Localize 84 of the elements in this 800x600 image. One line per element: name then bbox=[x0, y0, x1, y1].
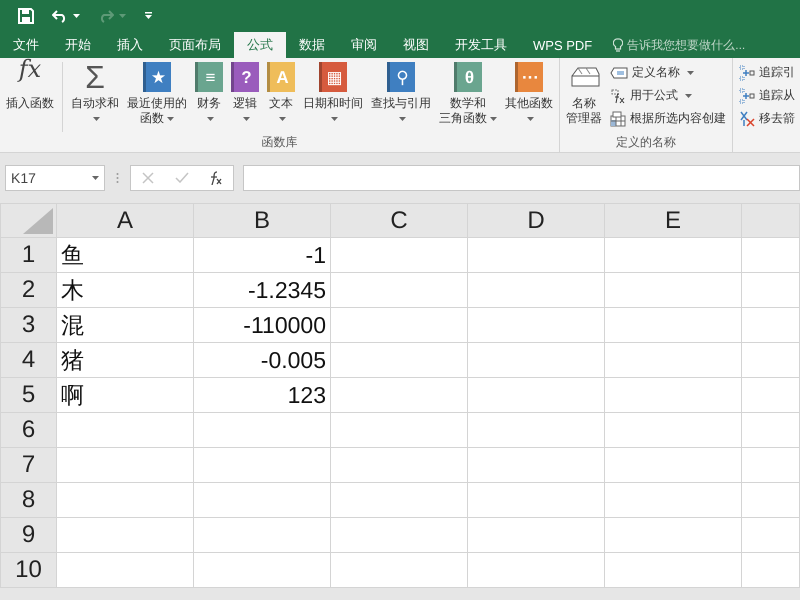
book-icon: ? bbox=[231, 62, 259, 92]
table-cell: 鱼 bbox=[56, 238, 194, 272]
row-header[interactable]: 7 bbox=[0, 448, 56, 482]
caret-icon bbox=[92, 176, 99, 180]
ribbon-button[interactable]: 名称 管理器 bbox=[564, 62, 604, 126]
ribbon-button[interactable]: ? 逻辑 bbox=[229, 62, 261, 126]
table-cell: 混 bbox=[56, 308, 194, 342]
ribbon-tab[interactable]: 数据 bbox=[286, 32, 338, 58]
book-icon: ≡ bbox=[195, 62, 223, 92]
ribbon-tab[interactable]: 文件 bbox=[0, 32, 52, 58]
table-cell: -1 bbox=[194, 238, 330, 272]
save-button[interactable] bbox=[16, 6, 36, 26]
book-icon: ··· bbox=[515, 62, 543, 92]
select-all-corner[interactable] bbox=[0, 204, 56, 238]
book-icon: A bbox=[267, 62, 295, 92]
arrows-icon bbox=[739, 88, 755, 104]
customize-icon bbox=[144, 12, 153, 20]
row-header[interactable]: 6 bbox=[0, 412, 56, 448]
column-header[interactable]: B bbox=[194, 204, 330, 238]
ribbon-tab[interactable]: 审阅 bbox=[338, 32, 390, 58]
ribbon-tab[interactable]: 开发工具 bbox=[442, 32, 520, 58]
corner-triangle-icon bbox=[23, 208, 53, 234]
function-icon[interactable] bbox=[209, 171, 223, 185]
formula-icon bbox=[610, 88, 626, 104]
row-header[interactable]: 8 bbox=[0, 482, 56, 518]
name-tag-icon bbox=[610, 66, 628, 78]
ribbon-tab[interactable]: 开始 bbox=[52, 32, 104, 58]
table-cell: -110000 bbox=[194, 308, 330, 342]
column-header[interactable]: E bbox=[604, 204, 742, 238]
tell-me-field[interactable]: 告诉我您想要做什么... bbox=[627, 38, 778, 52]
ribbon-tab[interactable]: 视图 bbox=[390, 32, 442, 58]
ribbon-button[interactable]: 追踪引 bbox=[737, 62, 797, 83]
column-header[interactable]: D bbox=[468, 204, 604, 238]
ribbon-button[interactable]: ≡ 财务 bbox=[193, 62, 225, 126]
caret-icon bbox=[119, 14, 126, 18]
table-cell: 猪 bbox=[56, 342, 194, 378]
formula-input[interactable] bbox=[243, 165, 800, 191]
ribbon-button[interactable]: ▦ 日期和时间 bbox=[301, 62, 365, 126]
ribbon-tab[interactable]: 公式 bbox=[234, 32, 286, 58]
table-cell: -1.2345 bbox=[194, 272, 330, 308]
group-label: 函数库 bbox=[260, 134, 298, 151]
book-icon: ▦ bbox=[319, 62, 347, 92]
column-header[interactable]: C bbox=[330, 204, 468, 238]
lightbulb-icon bbox=[613, 38, 624, 52]
sigma-icon: Σ bbox=[85, 62, 105, 92]
ribbon-button[interactable]: 移去箭 bbox=[737, 108, 797, 129]
column-header[interactable]: A bbox=[56, 204, 194, 238]
row-header[interactable]: 2 bbox=[0, 272, 56, 308]
arrows-icon bbox=[739, 64, 755, 80]
name-box[interactable]: K17 bbox=[5, 165, 105, 191]
book-icon: ⚲ bbox=[387, 62, 415, 92]
row-header[interactable]: 4 bbox=[0, 342, 56, 378]
table-cell: 啊 bbox=[56, 378, 194, 412]
ribbon-button[interactable]: ⚲ 查找与引用 bbox=[369, 62, 433, 126]
caret-icon bbox=[73, 14, 80, 18]
ribbon-button[interactable]: 根据所选内容创建 bbox=[608, 108, 728, 129]
book-icon: θ bbox=[454, 62, 482, 92]
row-header[interactable]: 3 bbox=[0, 308, 56, 342]
ribbon-button[interactable]: 用于公式 bbox=[608, 85, 728, 106]
undo-icon bbox=[52, 9, 68, 23]
save-icon bbox=[18, 8, 34, 24]
redo-icon bbox=[98, 9, 114, 23]
ribbon-button[interactable]: 追踪从 bbox=[737, 85, 797, 106]
row-header[interactable]: 10 bbox=[0, 552, 56, 588]
ribbon-tab[interactable]: WPS PDF bbox=[520, 32, 606, 58]
ribbon-button[interactable]: θ 数学和 三角函数 bbox=[437, 62, 499, 126]
table-cell: -0.005 bbox=[194, 342, 330, 378]
ribbon-button[interactable]: ★ 最近使用的 函数 bbox=[125, 62, 189, 126]
cross-arrows-icon bbox=[739, 110, 755, 126]
table-cell: 木 bbox=[56, 272, 194, 308]
row-header[interactable]: 1 bbox=[0, 238, 56, 272]
table-icon bbox=[610, 110, 626, 126]
book-icon: ★ bbox=[143, 62, 171, 92]
table-cell: 123 bbox=[194, 378, 330, 412]
grip-icon bbox=[116, 172, 119, 184]
ribbon-tab[interactable]: 插入 bbox=[104, 32, 156, 58]
ribbon-button[interactable]: 定义名称 bbox=[608, 62, 728, 83]
ribbon-tab[interactable]: 页面布局 bbox=[156, 32, 234, 58]
ribbon-button[interactable]: ··· 其他函数 bbox=[503, 62, 555, 126]
group-label: 定义的名称 bbox=[615, 134, 677, 151]
ribbon-button[interactable]: A 文本 bbox=[265, 62, 297, 126]
row-header[interactable]: 5 bbox=[0, 378, 56, 412]
row-header[interactable]: 9 bbox=[0, 518, 56, 552]
ribbon-button[interactable]: Σ 自动求和 bbox=[69, 62, 121, 126]
